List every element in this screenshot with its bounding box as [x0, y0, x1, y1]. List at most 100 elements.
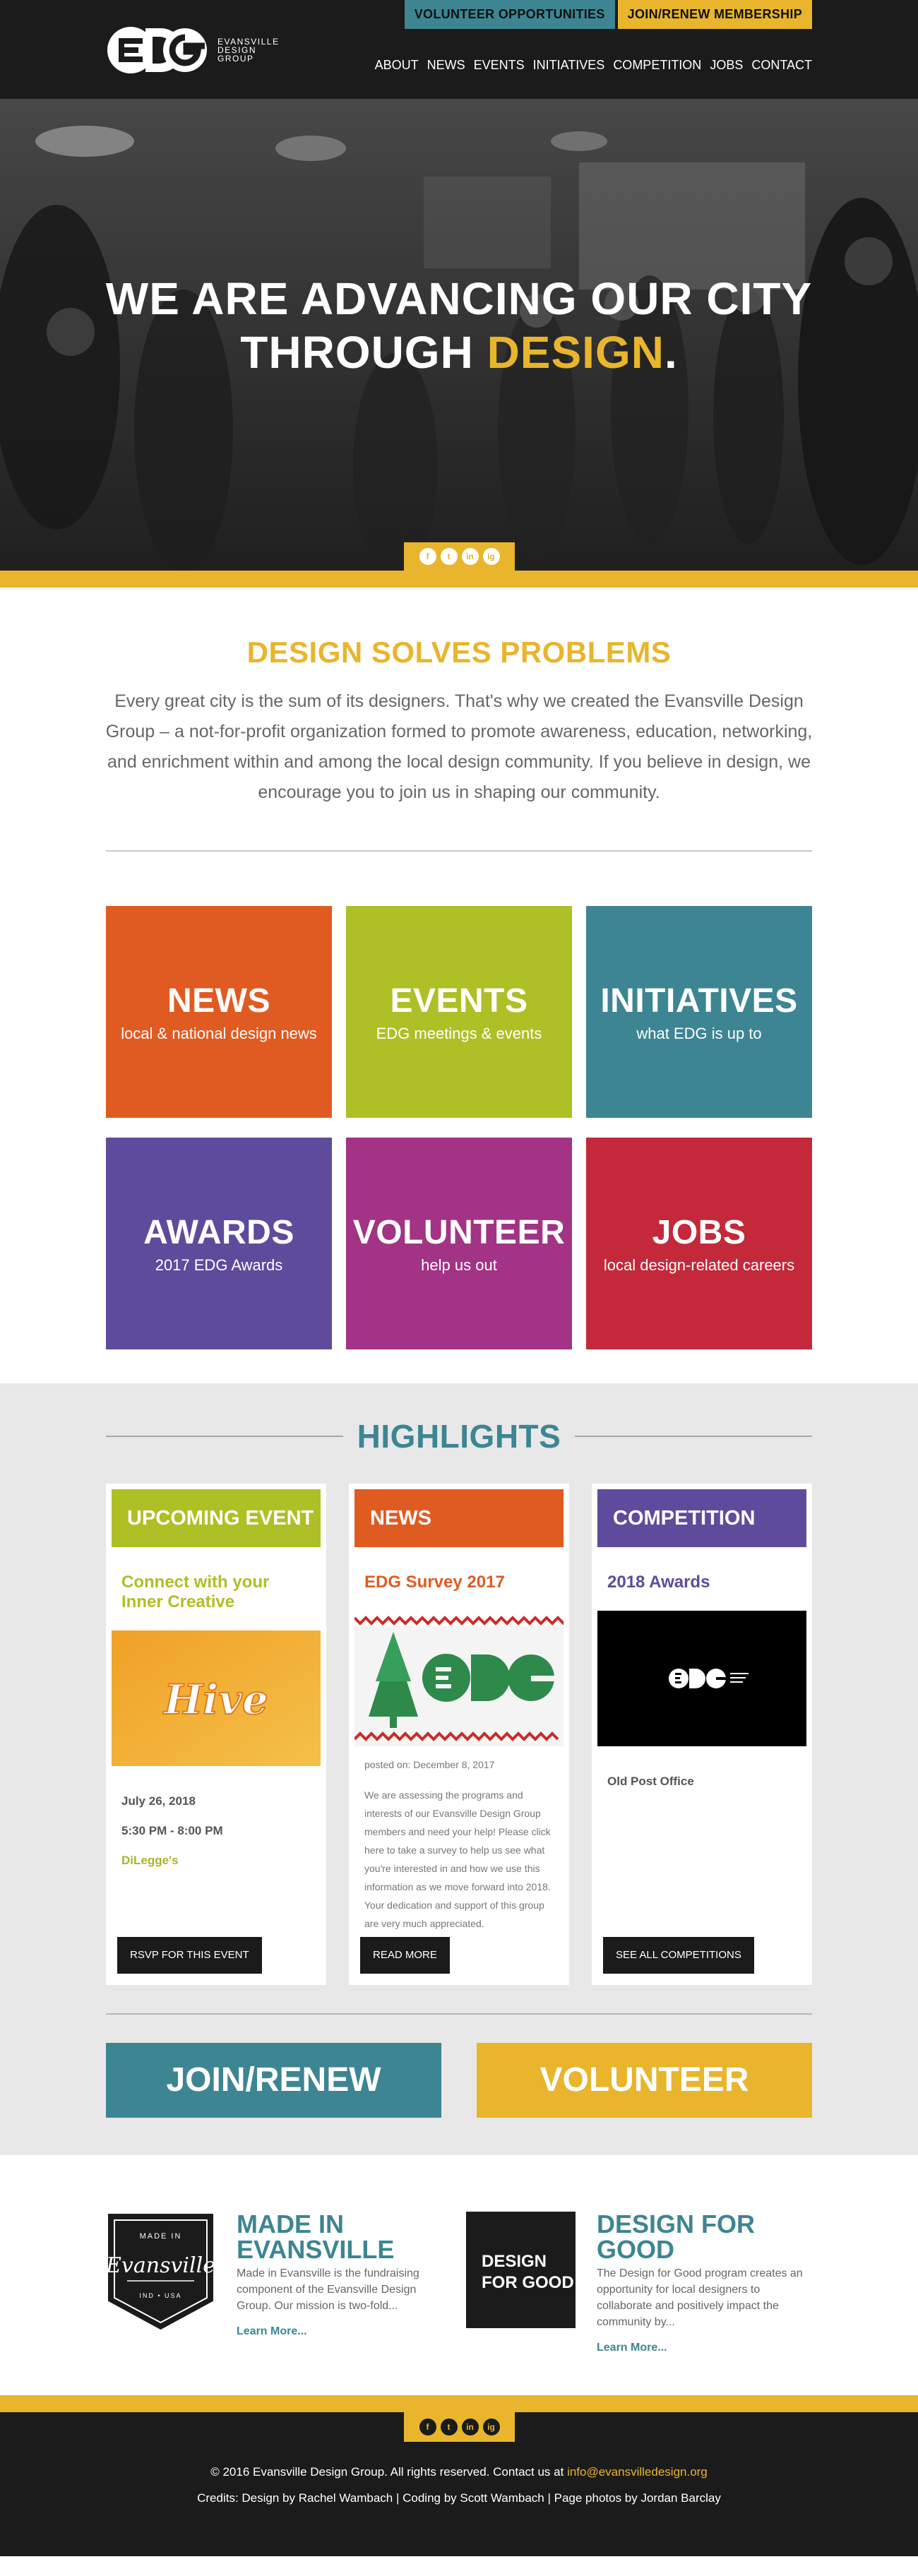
badge-top-text: MADE IN [140, 2232, 182, 2241]
event-location[interactable]: DiLegge's [121, 1854, 311, 1868]
rsvp-button[interactable]: RSVP FOR THIS EVENT [117, 1937, 262, 1974]
tile-subtitle: what EDG is up to [636, 1024, 762, 1042]
news-title[interactable]: EDG Survey 2017 [354, 1547, 564, 1592]
tile-subtitle: local & national design news [121, 1024, 317, 1042]
highlights-divider [106, 2013, 812, 2015]
instagram-icon[interactable]: ig [482, 2419, 500, 2435]
card-header: COMPETITION [597, 1489, 806, 1547]
made-in-evansville-body: Made in Evansville is the fundraising co… [237, 2267, 419, 2312]
design-for-good-logo[interactable]: DESIGN FOR GOOD [466, 2212, 576, 2328]
tile-awards[interactable]: AWARDS 2017 EDG Awards [106, 1138, 332, 1349]
nav-contact[interactable]: CONTACT [751, 58, 812, 73]
tile-events[interactable]: EVENTS EDG meetings & events [346, 906, 572, 1118]
join-renew-button[interactable]: JOIN/RENEW [106, 2043, 441, 2118]
badge-bottom-text: IND • USA [139, 2292, 181, 2299]
facebook-icon[interactable]: f [419, 548, 436, 565]
instagram-icon[interactable]: ig [482, 548, 500, 565]
volunteer-opportunities-button[interactable]: VOLUNTEER OPPORTUNITIES [404, 0, 615, 29]
news-meta: posted on: December 8, 2017 We are asses… [354, 1759, 564, 1933]
heading-rule-right [575, 1436, 813, 1437]
competition-title[interactable]: 2018 Awards [597, 1547, 806, 1592]
news-body: We are assessing the programs and intere… [364, 1789, 551, 1929]
made-in-evansville-learn-more[interactable]: Learn More... [237, 2325, 307, 2338]
hero-yellow-bar [0, 571, 918, 588]
tile-title: EVENTS [390, 982, 528, 1020]
tile-title: JOBS [652, 1213, 746, 1251]
see-all-competitions-button[interactable]: SEE ALL COMPETITIONS [603, 1937, 754, 1974]
facebook-icon[interactable]: f [419, 2419, 436, 2435]
badge-script-text: Evansville [106, 2253, 215, 2278]
tile-subtitle: local design-related careers [603, 1256, 795, 1274]
nav-events[interactable]: EVENTS [474, 58, 525, 73]
nav-news[interactable]: NEWS [427, 58, 465, 73]
made-in-evansville-title[interactable]: MADE IN EVANSVILLE [237, 2212, 452, 2262]
site-header: VOLUNTEER OPPORTUNITIES JOIN/RENEW MEMBE… [0, 0, 918, 99]
heading-rule-left [106, 1436, 343, 1437]
hero-line-2-suffix: . [664, 327, 678, 378]
news-posted-date: posted on: December 8, 2017 [364, 1759, 495, 1770]
contact-email-link[interactable]: info@evansvilledesign.org [567, 2465, 708, 2479]
tile-title: VOLUNTEER [352, 1213, 566, 1251]
twitter-icon[interactable]: t [440, 548, 458, 565]
hero-title: WE ARE ADVANCING OUR CITY THROUGH DESIGN… [0, 272, 918, 379]
main-nav: ABOUT NEWS EVENTS INITIATIVES COMPETITIO… [375, 58, 812, 73]
join-renew-membership-button[interactable]: JOIN/RENEW MEMBERSHIP [617, 0, 812, 29]
copyright-text: © 2016 Evansville Design Group. All righ… [210, 2465, 568, 2479]
dfg-line-2: FOR GOOD [482, 2273, 574, 2292]
tile-news[interactable]: NEWS local & national design news [106, 906, 332, 1118]
event-title[interactable]: Connect with your Inner Creative [112, 1547, 321, 1612]
tile-jobs[interactable]: JOBS local design-related careers [586, 1138, 812, 1349]
event-meta: July 26, 2018 5:30 PM - 8:00 PM DiLegge'… [112, 1794, 321, 1868]
design-for-good-title[interactable]: DESIGN FOR GOOD [597, 2212, 812, 2262]
footer-social: f t in ig [404, 2412, 515, 2442]
twitter-icon[interactable]: t [440, 2419, 458, 2435]
highlights-title: HIGHLIGHTS [357, 1418, 561, 1455]
category-tiles: NEWS local & national design news EVENTS… [106, 906, 812, 1383]
hero-line-1: WE ARE ADVANCING OUR CITY [105, 273, 813, 324]
hero-highlight-design: DESIGN [487, 327, 664, 378]
logo[interactable]: EVANSVILLE DESIGN GROUP [106, 25, 279, 75]
tile-subtitle: EDG meetings & events [376, 1024, 542, 1042]
competition-card: COMPETITION 2018 Awards Old Post Office … [592, 1484, 812, 1985]
event-image[interactable]: Hive [112, 1630, 321, 1766]
intro-title: DESIGN SOLVES PROBLEMS [246, 636, 672, 669]
tile-title: INITIATIVES [600, 982, 798, 1020]
competition-image[interactable] [597, 1611, 806, 1746]
linkedin-icon[interactable]: in [461, 548, 479, 565]
tile-volunteer[interactable]: VOLUNTEER help us out [346, 1138, 572, 1349]
tile-subtitle: help us out [421, 1256, 497, 1274]
tile-title: NEWS [167, 982, 270, 1020]
programs: MADE IN Evansville IND • USA MADE IN EVA… [106, 2212, 812, 2395]
competition-meta: Old Post Office [597, 1775, 806, 1789]
news-image[interactable] [354, 1611, 564, 1746]
hero-social: f t in ig [404, 542, 515, 571]
linkedin-icon[interactable]: in [461, 2419, 479, 2435]
event-date: July 26, 2018 [121, 1794, 196, 1808]
made-in-evansville: MADE IN Evansville IND • USA MADE IN EVA… [106, 2212, 452, 2395]
nav-jobs[interactable]: JOBS [710, 58, 743, 73]
made-in-evansville-badge[interactable]: MADE IN Evansville IND • USA [106, 2212, 215, 2332]
design-for-good: DESIGN FOR GOOD DESIGN FOR GOOD The Desi… [466, 2212, 812, 2395]
tile-initiatives[interactable]: INITIATIVES what EDG is up to [586, 906, 812, 1118]
intro-body: Every great city is the sum of its desig… [105, 691, 813, 802]
nav-about[interactable]: ABOUT [375, 58, 419, 73]
footer-credits: Credits: Design by Rachel Wambach | Codi… [197, 2491, 721, 2505]
hero: WE ARE ADVANCING OUR CITY THROUGH DESIGN… [0, 99, 918, 588]
tile-title: AWARDS [143, 1213, 294, 1251]
logo-text: EVANSVILLE DESIGN GROUP [217, 37, 279, 63]
volunteer-button[interactable]: VOLUNTEER [477, 2043, 812, 2118]
design-for-good-body: The Design for Good program creates an o… [597, 2267, 803, 2328]
nav-competition[interactable]: COMPETITION [613, 58, 701, 73]
highlights-heading: HIGHLIGHTS [106, 1417, 813, 1455]
competition-location: Old Post Office [607, 1775, 694, 1788]
nav-initiatives[interactable]: INITIATIVES [533, 58, 605, 73]
read-more-button[interactable]: READ MORE [360, 1937, 450, 1974]
hive-logo-text: Hive [162, 1676, 268, 1724]
tile-subtitle: 2017 EDG Awards [155, 1256, 283, 1274]
highlight-cards: UPCOMING EVENT Connect with your Inner C… [106, 1484, 812, 1985]
dfg-line-1: DESIGN [482, 2252, 547, 2271]
big-action-buttons: JOIN/RENEW VOLUNTEER [106, 2043, 812, 2118]
hero-line-2-prefix: THROUGH [240, 327, 487, 378]
design-for-good-learn-more[interactable]: Learn More... [597, 2342, 667, 2354]
upcoming-event-card: UPCOMING EVENT Connect with your Inner C… [106, 1484, 326, 1985]
